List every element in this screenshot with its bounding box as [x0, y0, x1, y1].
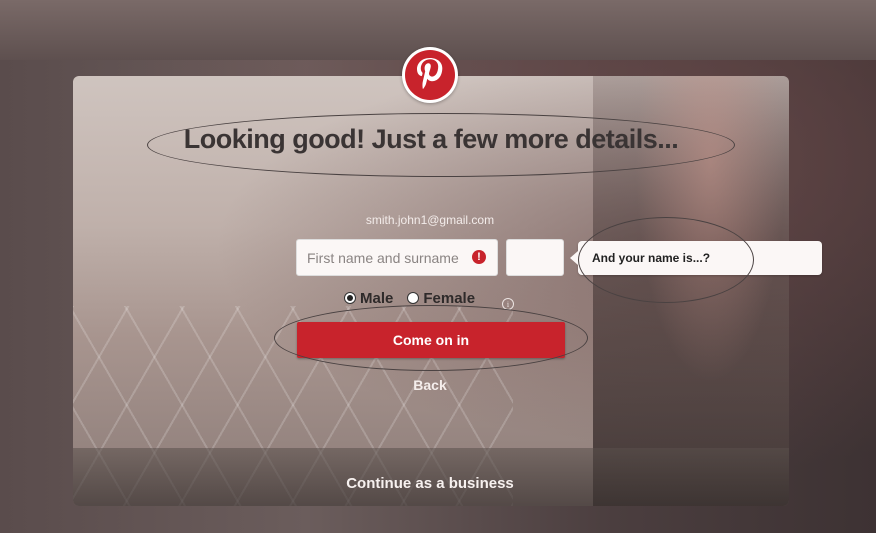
logo-p-glyph [417, 58, 443, 89]
age-input[interactable] [506, 239, 564, 276]
gender-radio-male[interactable] [344, 292, 356, 304]
name-hint-tooltip: And your name is...? [570, 241, 822, 275]
gender-label-female: Female [423, 289, 476, 307]
come-on-in-button[interactable]: Come on in [297, 322, 565, 358]
error-icon: ! [472, 250, 486, 264]
gender-label-male: Male [360, 289, 394, 307]
continue-as-business-link[interactable]: Continue as a business [300, 475, 560, 492]
page-title: Looking good! Just a few more details... [183, 124, 679, 154]
logo-circle [405, 50, 455, 100]
full-name-input[interactable] [296, 239, 498, 276]
info-icon[interactable]: i [502, 298, 514, 310]
pinterest-logo-icon [402, 47, 458, 103]
user-email: smith.john1@gmail.com [365, 213, 495, 227]
back-link[interactable]: Back [380, 377, 480, 393]
gender-radio-female[interactable] [407, 292, 420, 304]
gender-radio-group: Male Female [344, 288, 485, 308]
